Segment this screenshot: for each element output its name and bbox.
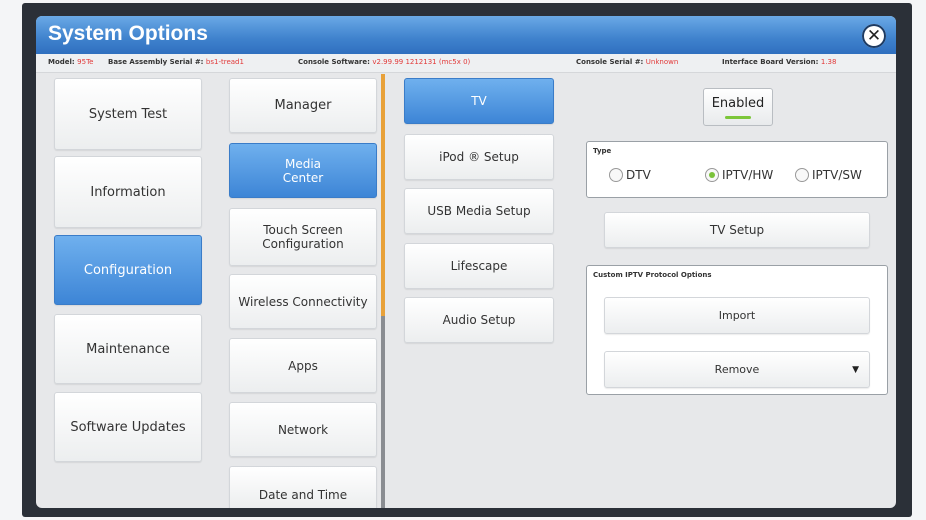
menu-configuration[interactable]: Configuration bbox=[54, 235, 202, 305]
submenu-touch-screen-configuration[interactable]: Touch Screen Configuration bbox=[229, 208, 377, 266]
scroll-indicator-track bbox=[381, 316, 385, 508]
submenu-date-and-time[interactable]: Date and Time bbox=[229, 466, 377, 508]
radio-dtv[interactable]: DTV bbox=[609, 168, 651, 182]
media-tv[interactable]: TV bbox=[404, 78, 554, 124]
menu-system-test[interactable]: System Test bbox=[54, 78, 202, 150]
console-software-info: Console Software: v2.99.99 1212131 (mc5x… bbox=[298, 58, 471, 66]
radio-dtv-icon bbox=[609, 168, 623, 182]
submenu-wireless-connectivity[interactable]: Wireless Connectivity bbox=[229, 274, 377, 329]
media-audio-setup[interactable]: Audio Setup bbox=[404, 297, 554, 343]
model-info: Model: 95Te bbox=[48, 58, 94, 66]
remove-dropdown[interactable]: Remove ▼ bbox=[604, 351, 870, 388]
submenu-media-center[interactable]: Media Center bbox=[229, 143, 377, 198]
radio-iptv-hw-icon bbox=[705, 168, 719, 182]
radio-iptv-sw-icon bbox=[795, 168, 809, 182]
system-options-window: System Options ✕ Model: 95Te Base Assemb… bbox=[36, 16, 896, 508]
radio-iptv-sw[interactable]: IPTV/SW bbox=[795, 168, 862, 182]
title-bar: System Options ✕ bbox=[36, 16, 896, 54]
scroll-indicator-active bbox=[381, 74, 385, 316]
submenu-apps[interactable]: Apps bbox=[229, 338, 377, 393]
custom-iptv-panel: Custom IPTV Protocol Options Import Remo… bbox=[586, 265, 888, 395]
enabled-toggle[interactable]: Enabled bbox=[703, 88, 773, 126]
window-title: System Options bbox=[48, 22, 208, 45]
info-bar: Model: 95Te Base Assembly Serial #: bs1-… bbox=[36, 54, 896, 73]
caret-down-icon: ▼ bbox=[852, 364, 859, 375]
interface-board-info: Interface Board Version: 1.38 bbox=[722, 58, 837, 66]
enabled-indicator-led bbox=[725, 116, 751, 119]
submenu-manager[interactable]: Manager bbox=[229, 78, 377, 133]
type-panel: Type DTV IPTV/HW IPTV/SW bbox=[586, 141, 888, 198]
media-usb-setup[interactable]: USB Media Setup bbox=[404, 188, 554, 234]
menu-maintenance[interactable]: Maintenance bbox=[54, 314, 202, 384]
menu-software-updates[interactable]: Software Updates bbox=[54, 392, 202, 462]
tv-setup-button[interactable]: TV Setup bbox=[604, 212, 870, 248]
menu-information[interactable]: Information bbox=[54, 156, 202, 228]
submenu-network[interactable]: Network bbox=[229, 402, 377, 457]
media-lifescape[interactable]: Lifescape bbox=[404, 243, 554, 289]
media-ipod-setup[interactable]: iPod ® Setup bbox=[404, 134, 554, 180]
console-serial-info: Console Serial #: Unknown bbox=[576, 58, 679, 66]
close-button[interactable]: ✕ bbox=[862, 24, 886, 48]
import-button[interactable]: Import bbox=[604, 297, 870, 334]
assembly-serial-info: Base Assembly Serial #: bs1-tread1 bbox=[108, 58, 244, 66]
close-icon: ✕ bbox=[866, 26, 882, 46]
radio-iptv-hw[interactable]: IPTV/HW bbox=[705, 168, 773, 182]
